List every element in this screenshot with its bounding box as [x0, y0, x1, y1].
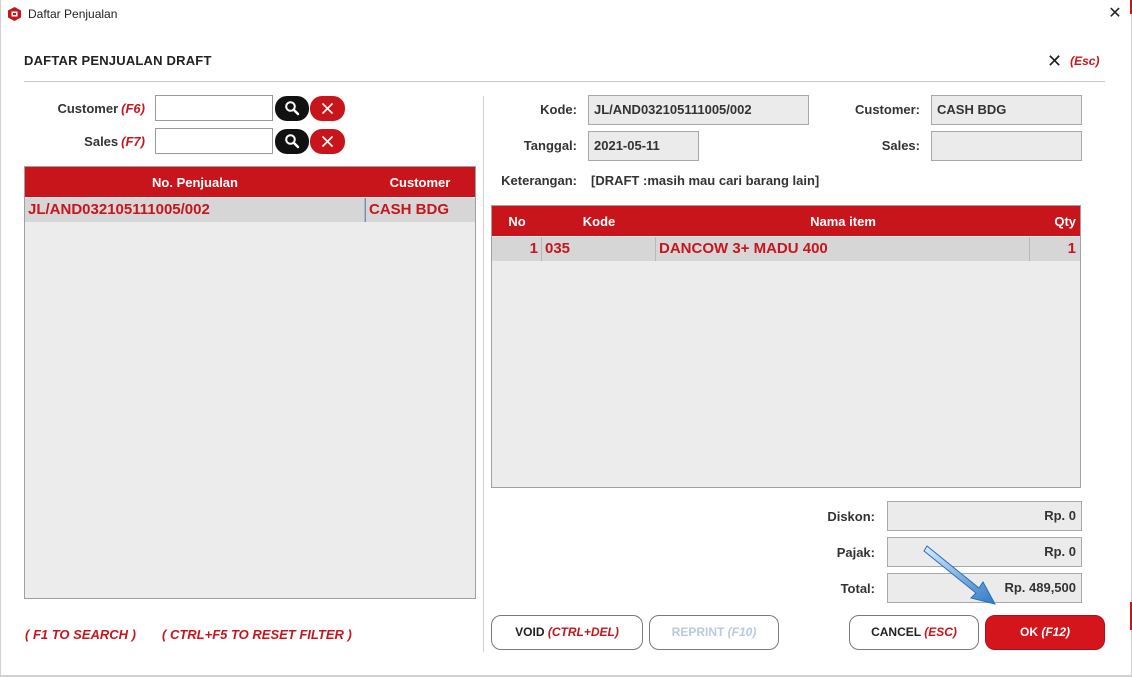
sales-search-button[interactable]: [275, 129, 309, 154]
sales-filter-label: Sales (F7): [84, 134, 145, 149]
total-label: Total:: [840, 581, 875, 596]
detail-sales-field: [931, 131, 1082, 161]
diskon-field: Rp. 0: [887, 501, 1082, 531]
sales-list-table[interactable]: No. Penjualan Customer JL/AND03210511100…: [24, 166, 476, 599]
search-icon: [285, 134, 300, 149]
detail-customer-field: CASH BDG: [931, 95, 1082, 125]
column-header-kode[interactable]: Kode: [542, 206, 656, 236]
column-header-no-penjualan[interactable]: No. Penjualan: [25, 167, 365, 197]
sales-list-header: No. Penjualan Customer: [25, 167, 475, 197]
header-divider: [24, 81, 1105, 82]
header-close-button[interactable]: ✕ (Esc): [1047, 51, 1099, 71]
items-table-header: No Kode Nama item Qty: [492, 206, 1080, 236]
close-icon: [321, 102, 334, 115]
cell-customer: CASH BDG: [365, 198, 475, 222]
cancel-button[interactable]: CANCEL (ESC): [849, 615, 979, 650]
reset-filter-hint: ( CTRL+F5 TO RESET FILTER ): [162, 627, 352, 642]
cell-no-penjualan: JL/AND032105111005/002: [25, 198, 365, 222]
column-header-no[interactable]: No: [492, 206, 542, 236]
customer-filter-label: Customer (F6): [57, 101, 145, 116]
customer-search-button[interactable]: [275, 96, 309, 121]
cell-kode: 035: [542, 237, 656, 261]
cell-nama-item: DANCOW 3+ MADU 400: [656, 237, 1030, 261]
ok-button[interactable]: OK (F12): [985, 615, 1105, 650]
kode-label: Kode:: [540, 102, 577, 117]
window-title: Daftar Penjualan: [28, 7, 118, 21]
detail-customer-label: Customer:: [854, 102, 920, 117]
detail-sales-label: Sales:: [881, 138, 920, 153]
customer-clear-button[interactable]: [310, 96, 345, 121]
table-row[interactable]: JL/AND032105111005/002 CASH BDG: [25, 198, 475, 222]
keterangan-label: Keterangan:: [501, 173, 577, 188]
kode-field: JL/AND032105111005/002: [588, 95, 809, 125]
customer-filter-input[interactable]: [155, 95, 273, 121]
sales-clear-button[interactable]: [310, 129, 345, 154]
search-icon: [285, 101, 300, 116]
close-icon: [321, 135, 334, 148]
diskon-label: Diskon:: [827, 509, 875, 524]
annotation-arrow-icon: [923, 545, 996, 605]
tanggal-field: 2021-05-11: [588, 131, 699, 161]
column-header-qty[interactable]: Qty: [1030, 206, 1080, 236]
search-hint: ( F1 TO SEARCH ): [25, 627, 136, 642]
title-bar: Daftar Penjualan ✕: [1, 0, 1132, 30]
dialog-window: Daftar Penjualan ✕ DAFTAR PENJUALAN DRAF…: [0, 0, 1132, 677]
app-logo-icon: [8, 7, 21, 21]
sales-filter-input[interactable]: [155, 128, 273, 154]
column-header-nama-item[interactable]: Nama item: [656, 206, 1030, 236]
close-hotkey: (Esc): [1070, 54, 1100, 68]
cell-qty: 1: [1067, 240, 1076, 257]
page-title: DAFTAR PENJUALAN DRAFT: [24, 53, 212, 68]
cell-no: 1: [492, 237, 542, 261]
keterangan-value: [DRAFT :masih mau cari barang lain]: [591, 173, 820, 188]
reprint-button[interactable]: REPRINT (F10): [649, 615, 779, 650]
void-button[interactable]: VOID (CTRL+DEL): [491, 615, 643, 650]
close-icon: ✕: [1047, 51, 1063, 71]
pajak-label: Pajak:: [836, 545, 875, 560]
table-row[interactable]: 1 035 DANCOW 3+ MADU 400 1: [492, 237, 1080, 261]
items-table[interactable]: No Kode Nama item Qty 1 035 DANCOW 3+ MA…: [491, 205, 1081, 488]
window-close-button[interactable]: ✕: [1104, 4, 1126, 24]
column-header-customer[interactable]: Customer: [365, 167, 475, 197]
tanggal-label: Tanggal:: [523, 138, 577, 153]
